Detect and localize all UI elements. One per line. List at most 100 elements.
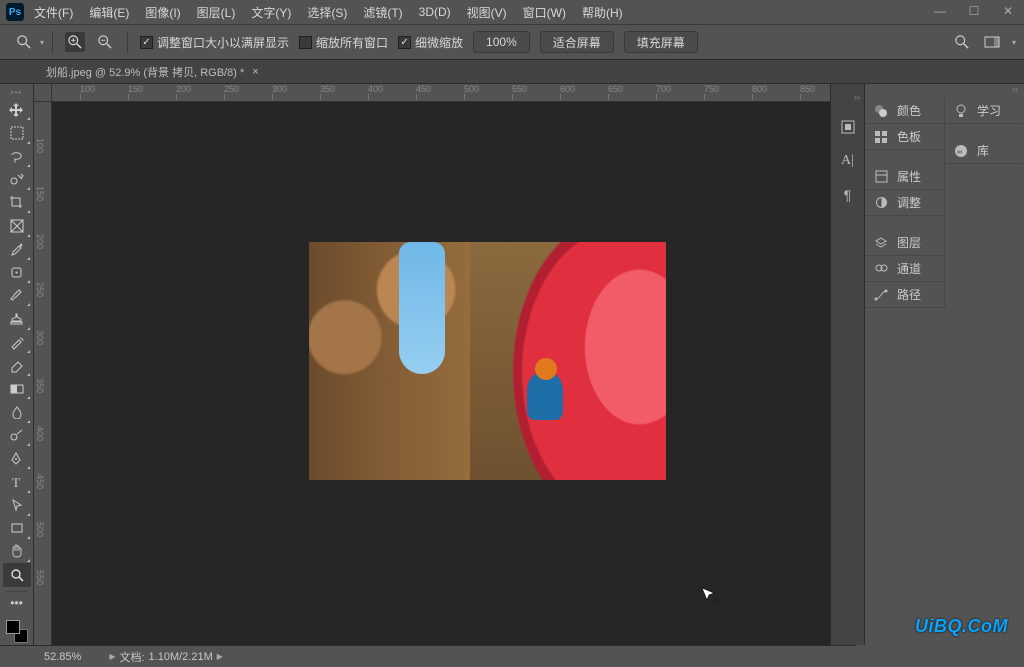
document-tab-close-icon[interactable]: ×: [252, 66, 258, 78]
chevron-right-icon[interactable]: ▶: [217, 652, 223, 661]
ruler-vertical[interactable]: 50100150200250300350400450500550: [34, 102, 52, 645]
window-close-button[interactable]: ✕: [996, 2, 1020, 20]
menu-type[interactable]: 文字(Y): [245, 1, 297, 24]
window-maximize-button[interactable]: ☐: [962, 2, 986, 20]
panel-label: 图层: [897, 234, 921, 251]
menu-bar: Ps 文件(F) 编辑(E) 图像(I) 图层(L) 文字(Y) 选择(S) 滤…: [0, 0, 1024, 24]
panel-libraries[interactable]: ∞库: [945, 138, 1023, 164]
blur-tool[interactable]: [3, 400, 31, 423]
swatch-icon: [873, 103, 889, 119]
ruler-horizontal[interactable]: 5010015020025030035040045050055060065070…: [52, 84, 830, 102]
workspace-switcher-icon[interactable]: [982, 32, 1002, 52]
panel-learn[interactable]: 学习: [945, 98, 1023, 124]
history-icon[interactable]: [838, 118, 858, 136]
menu-3d[interactable]: 3D(D): [413, 2, 457, 22]
clone-stamp-tool[interactable]: [3, 307, 31, 330]
status-bar: 52.85% ▶ 文档: 1.10M/2.21M ▶: [0, 645, 856, 667]
zoom-all-windows-checkbox[interactable]: 缩放所有窗口: [299, 34, 388, 51]
panel-color[interactable]: 颜色: [865, 98, 944, 124]
quick-select-tool[interactable]: [3, 168, 31, 191]
document-tab[interactable]: 划船.jpeg @ 52.9% (背景 拷贝, RGB/8) * ×: [46, 64, 259, 80]
menu-window[interactable]: 窗口(W): [517, 1, 572, 24]
panel-label: 色板: [897, 128, 921, 145]
menu-image[interactable]: 图像(I): [139, 1, 186, 24]
photoshop-logo-icon: Ps: [6, 3, 24, 21]
foreground-background-color[interactable]: [4, 618, 30, 645]
gradient-tool[interactable]: [3, 377, 31, 400]
svg-text:∞: ∞: [957, 149, 962, 156]
adjust-icon: [873, 195, 889, 211]
zoom-tool-icon: [14, 32, 34, 52]
menu-file[interactable]: 文件(F): [28, 1, 79, 24]
crop-tool[interactable]: [3, 191, 31, 214]
window-controls: — ☐ ✕: [928, 2, 1020, 20]
menu-filter[interactable]: 滤镜(T): [357, 1, 408, 24]
eraser-tool[interactable]: [3, 354, 31, 377]
menu-help[interactable]: 帮助(H): [576, 1, 629, 24]
tool-preset-dropdown[interactable]: ▾: [40, 38, 44, 47]
image-person-region: [519, 360, 571, 432]
type-tool[interactable]: T: [3, 470, 31, 493]
grid-icon: [873, 129, 889, 145]
zoom-out-icon[interactable]: [95, 32, 115, 52]
hand-tool[interactable]: [3, 540, 31, 563]
panel-label: 路径: [897, 286, 921, 303]
panel-label: 属性: [897, 168, 921, 185]
status-zoom-field[interactable]: 52.85%: [44, 651, 81, 663]
fit-screen-button[interactable]: 适合屏幕: [540, 31, 614, 53]
chevron-right-icon: ▶: [109, 652, 115, 661]
resize-window-checkbox[interactable]: ✓调整窗口大小以满屏显示: [140, 34, 289, 51]
edit-toolbar-icon[interactable]: •••: [3, 594, 31, 611]
document-tab-label: 划船.jpeg @ 52.9% (背景 拷贝, RGB/8) *: [46, 64, 244, 80]
window-minimize-button[interactable]: —: [928, 2, 952, 20]
canvas-area[interactable]: 5010015020025030035040045050055060065070…: [34, 84, 830, 645]
panel-swatches[interactable]: 色板: [865, 124, 944, 150]
panel-paths[interactable]: 路径: [865, 282, 944, 308]
zoom-in-icon[interactable]: [65, 32, 85, 52]
rectangle-tool[interactable]: [3, 517, 31, 540]
zoom-tool[interactable]: [3, 563, 31, 586]
workspace-dropdown[interactable]: ▾: [1012, 38, 1016, 47]
brush-tool[interactable]: [3, 284, 31, 307]
panel-adjustments[interactable]: 调整: [865, 190, 944, 216]
menu-view[interactable]: 视图(V): [461, 1, 513, 24]
move-tool[interactable]: [3, 98, 31, 121]
scrubby-zoom-checkbox[interactable]: ✓细微缩放: [398, 34, 463, 51]
character-icon[interactable]: A|: [838, 152, 858, 170]
panel-drag-handle-icon[interactable]: •••: [3, 88, 31, 96]
panel-channels[interactable]: 通道: [865, 256, 944, 282]
dock-collapse-icon[interactable]: ››: [1012, 84, 1018, 98]
path-select-tool[interactable]: [3, 494, 31, 517]
right-panels-dock: ›› 颜色 色板 属性 调整 图层 通道 路径 学习 ∞库: [864, 84, 1024, 645]
history-brush-tool[interactable]: [3, 331, 31, 354]
rect-marquee-tool[interactable]: [3, 121, 31, 144]
menu-layer[interactable]: 图层(L): [191, 1, 242, 24]
status-doc-size[interactable]: ▶ 文档: 1.10M/2.21M ▶: [109, 649, 223, 665]
document-canvas[interactable]: [309, 242, 666, 480]
frame-tool[interactable]: [3, 214, 31, 237]
lasso-tool[interactable]: [3, 145, 31, 168]
menu-select[interactable]: 选择(S): [301, 1, 353, 24]
collapsed-panel-dock: ›› A| ¶: [830, 84, 864, 645]
document-tab-bar: 划船.jpeg @ 52.9% (背景 拷贝, RGB/8) * ×: [0, 60, 1024, 84]
panel-label: 库: [977, 142, 989, 159]
pen-tool[interactable]: [3, 447, 31, 470]
zoom-100-button[interactable]: 100%: [473, 31, 530, 53]
eyedropper-tool[interactable]: [3, 238, 31, 261]
cc-icon: ∞: [953, 143, 969, 159]
dodge-tool[interactable]: [3, 424, 31, 447]
svg-text:T: T: [12, 475, 20, 489]
watermark-text: UiBQ.CoM: [915, 616, 1008, 637]
status-doc-value: 1.10M/2.21M: [149, 651, 213, 663]
search-icon[interactable]: [952, 32, 972, 52]
panel-properties[interactable]: 属性: [865, 164, 944, 190]
paragraph-icon[interactable]: ¶: [838, 186, 858, 204]
menu-edit[interactable]: 编辑(E): [83, 1, 135, 24]
panel-layers[interactable]: 图层: [865, 230, 944, 256]
panel-label: 通道: [897, 260, 921, 277]
paths-icon: [873, 287, 889, 303]
spot-heal-tool[interactable]: [3, 261, 31, 284]
dock-collapse-icon[interactable]: ››: [831, 92, 864, 102]
fill-screen-button[interactable]: 填充屏幕: [624, 31, 698, 53]
tools-panel: ••• T •••: [0, 84, 34, 645]
